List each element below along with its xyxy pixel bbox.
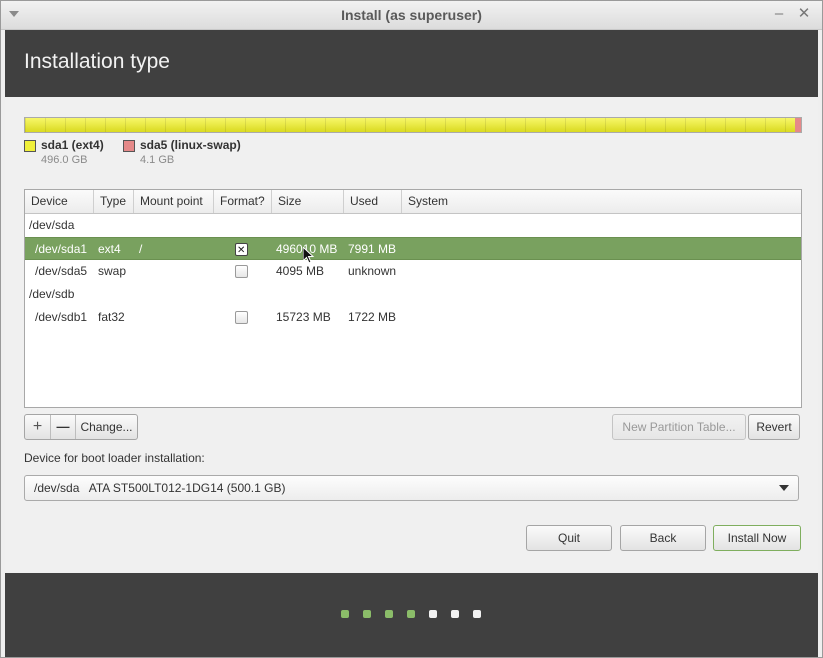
legend-swatch-icon bbox=[24, 140, 36, 152]
step-dot-pending bbox=[429, 610, 437, 618]
cell-size: 4095 MB bbox=[276, 264, 325, 278]
partition-tools: + — Change... bbox=[24, 414, 138, 440]
column-size[interactable]: Size bbox=[272, 190, 344, 213]
cell-device: /dev/sdb1 bbox=[35, 310, 88, 324]
bootloader-device-select[interactable]: /dev/sda ATA ST500LT012-1DG14 (500.1 GB) bbox=[24, 475, 799, 501]
partition-bar-swap-segment bbox=[795, 118, 801, 132]
cell-used: 1722 MB bbox=[348, 310, 397, 324]
step-dot-pending bbox=[451, 610, 459, 618]
install-now-button[interactable]: Install Now bbox=[713, 525, 801, 551]
table-row[interactable]: /dev/sdb1 fat32 15723 MB 1722 MB bbox=[25, 306, 801, 329]
cell-size: 15723 MB bbox=[276, 310, 331, 324]
column-format[interactable]: Format? bbox=[214, 190, 272, 213]
add-partition-button[interactable]: + bbox=[25, 415, 51, 439]
revert-button[interactable]: Revert bbox=[748, 414, 800, 440]
installer-window: Install (as superuser) – ✕ Installation … bbox=[0, 0, 823, 658]
change-partition-button[interactable]: Change... bbox=[76, 415, 137, 439]
cell-device: /dev/sda1 bbox=[35, 242, 88, 256]
minimize-button[interactable]: – bbox=[771, 5, 787, 23]
legend-size: 4.1 GB bbox=[140, 154, 175, 166]
page-title: Installation type bbox=[24, 50, 170, 73]
step-dot-completed bbox=[407, 610, 415, 618]
step-dot-completed bbox=[363, 610, 371, 618]
close-button[interactable]: ✕ bbox=[796, 5, 812, 23]
step-dot-completed bbox=[385, 610, 393, 618]
new-partition-table-button[interactable]: New Partition Table... bbox=[612, 414, 746, 440]
cell-mount: / bbox=[139, 242, 143, 256]
page-header: Installation type bbox=[5, 30, 818, 97]
legend-name: sda1 (ext4) bbox=[41, 138, 104, 152]
step-dot-pending bbox=[473, 610, 481, 618]
chevron-down-icon bbox=[779, 485, 789, 491]
quit-button[interactable]: Quit bbox=[526, 525, 612, 551]
bootloader-selected-value: /dev/sda ATA ST500LT012-1DG14 (500.1 GB) bbox=[34, 481, 286, 495]
cell-device: /dev/sda5 bbox=[35, 264, 88, 278]
step-dot-completed bbox=[341, 610, 349, 618]
bootloader-label: Device for boot loader installation: bbox=[24, 451, 205, 465]
progress-footer bbox=[5, 573, 818, 657]
cell-used: 7991 MB bbox=[348, 242, 397, 256]
cell-device: /dev/sdb bbox=[29, 287, 75, 301]
table-row-disk[interactable]: /dev/sda bbox=[25, 214, 801, 237]
cell-device: /dev/sda bbox=[29, 218, 75, 232]
column-system[interactable]: System bbox=[402, 190, 801, 213]
cell-type: ext4 bbox=[98, 242, 121, 256]
column-type[interactable]: Type bbox=[94, 190, 134, 213]
main-content: sda1 (ext4) 496.0 GB sda5 (linux-swap) 4… bbox=[5, 97, 818, 572]
title-bar: Install (as superuser) – ✕ bbox=[1, 1, 822, 30]
cell-type: swap bbox=[98, 264, 127, 278]
format-checkbox[interactable] bbox=[235, 265, 248, 278]
cell-type: fat32 bbox=[98, 310, 125, 324]
table-row-selected[interactable]: /dev/sda1 ext4 / 496010 MB 7991 MB bbox=[25, 237, 801, 262]
format-checkbox[interactable] bbox=[235, 311, 248, 324]
column-mount-point[interactable]: Mount point bbox=[134, 190, 214, 213]
legend-swatch-icon bbox=[123, 140, 135, 152]
partition-bar bbox=[24, 117, 802, 133]
table-header: Device Type Mount point Format? Size Use… bbox=[25, 190, 801, 214]
legend-name: sda5 (linux-swap) bbox=[140, 138, 241, 152]
column-device[interactable]: Device bbox=[25, 190, 94, 213]
cell-used: unknown bbox=[348, 264, 397, 278]
window-title: Install (as superuser) bbox=[341, 7, 482, 23]
table-row-disk[interactable]: /dev/sdb bbox=[25, 283, 801, 306]
remove-partition-button[interactable]: — bbox=[51, 415, 76, 439]
column-used[interactable]: Used bbox=[344, 190, 402, 213]
mouse-cursor-icon bbox=[303, 247, 315, 264]
partition-table: Device Type Mount point Format? Size Use… bbox=[24, 189, 802, 408]
table-row[interactable]: /dev/sda5 swap 4095 MB unknown bbox=[25, 260, 801, 283]
format-checkbox[interactable] bbox=[235, 239, 248, 262]
legend-size: 496.0 GB bbox=[41, 154, 88, 166]
back-button[interactable]: Back bbox=[620, 525, 706, 551]
